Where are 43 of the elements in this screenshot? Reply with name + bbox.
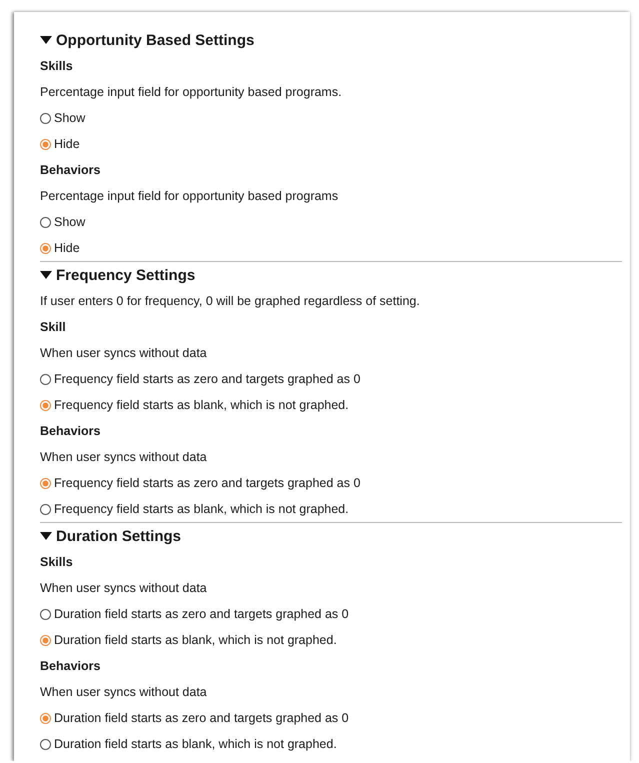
radio-option[interactable]: Frequency field starts as zero and targets graphed as 0 [40, 476, 360, 490]
caret-icon[interactable] [40, 36, 52, 44]
radio-option[interactable]: Hide [40, 137, 80, 151]
group-label: Behaviors [40, 659, 100, 673]
group-prompt: When user syncs without data [40, 346, 207, 360]
radio-icon[interactable] [40, 242, 51, 254]
radio-option[interactable]: Frequency field starts as blank, which is not graphed. [40, 502, 349, 516]
radio-icon[interactable] [40, 138, 51, 150]
group-label: Skills [40, 59, 73, 73]
caret-icon[interactable] [40, 271, 52, 279]
group-label: Skill [40, 320, 66, 334]
radio-option[interactable]: Duration field starts as zero and targets graphed as 0 [40, 607, 349, 621]
radio-icon[interactable] [40, 400, 51, 410]
radio-icon[interactable] [40, 478, 51, 488]
section-heading[interactable]: Duration Settings [56, 528, 182, 544]
group-prompt: Percentage input field for opportunity based programs. [40, 85, 342, 99]
radio-option[interactable]: Show [40, 215, 86, 229]
radio-icon[interactable] [40, 216, 51, 228]
radio-icon[interactable] [40, 112, 51, 124]
caret-icon[interactable] [40, 532, 52, 540]
group-label: Behaviors [40, 424, 100, 438]
section-heading[interactable]: Frequency Settings [56, 266, 196, 284]
group-prompt: Percentage input field for opportunity based programs [40, 189, 338, 203]
group-label: Behaviors [40, 163, 100, 177]
group-prompt: When user syncs without data [40, 685, 207, 699]
group-label: Skills [40, 555, 73, 569]
radio-icon[interactable] [40, 608, 51, 620]
radio-icon[interactable] [40, 374, 51, 384]
radio-icon[interactable] [40, 634, 51, 646]
section-heading[interactable]: Opportunity Based Settings [56, 32, 254, 48]
radio-icon[interactable] [40, 738, 51, 750]
radio-icon[interactable] [40, 712, 51, 724]
section-note: If user enters 0 for frequency, 0 will be graphed regardless of setting. [40, 294, 420, 308]
radio-option[interactable]: Duration field starts as blank, which is not graphed. [40, 633, 337, 647]
radio-option[interactable]: Show [40, 111, 86, 125]
group-prompt: When user syncs without data [40, 450, 207, 464]
radio-option[interactable]: Duration field starts as blank, which is not graphed. [40, 737, 337, 751]
radio-option[interactable]: Hide [40, 241, 80, 255]
group-prompt: When user syncs without data [40, 581, 207, 595]
radio-option[interactable]: Duration field starts as zero and targets graphed as 0 [40, 711, 349, 725]
radio-option[interactable]: Frequency field starts as zero and targets graphed as 0 [40, 372, 360, 386]
radio-icon[interactable] [40, 504, 51, 514]
radio-option[interactable]: Frequency field starts as blank, which is not graphed. [40, 398, 349, 412]
